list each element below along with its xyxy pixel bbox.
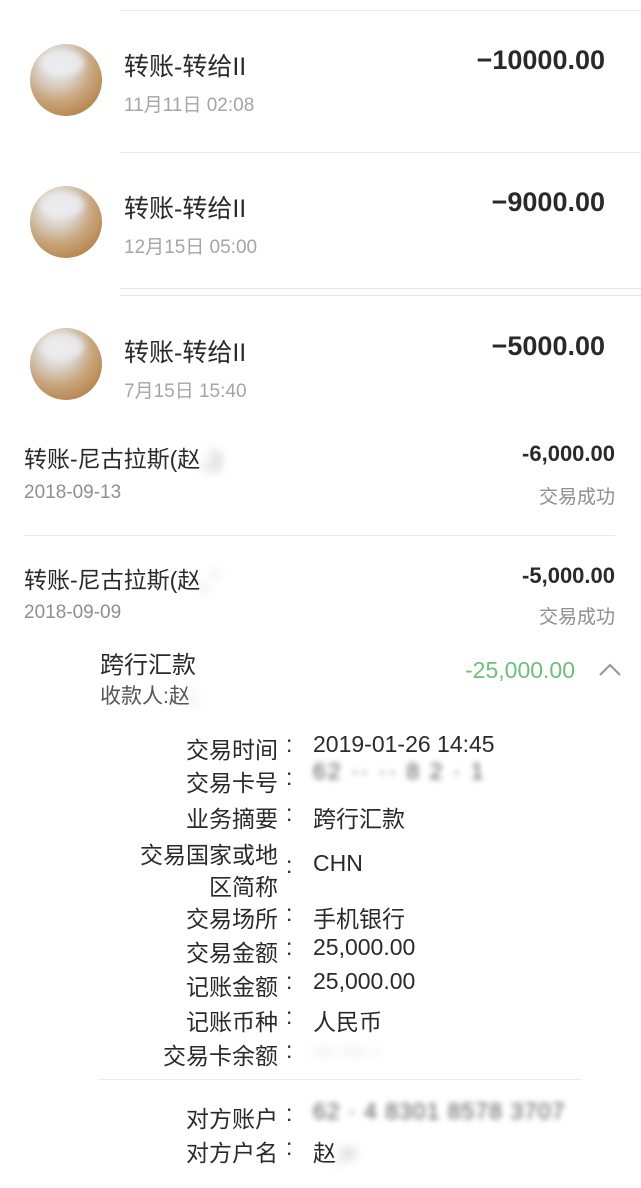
chevron-up-icon[interactable] (596, 660, 624, 680)
detail-colon: : (286, 1037, 293, 1063)
redacted-text: ,;) (200, 446, 221, 472)
detail-label: 对方户名 (186, 1140, 278, 1166)
transfer-title: 转账-转给II (124, 195, 247, 223)
transaction-amount: -5,000.00 (522, 563, 615, 588)
transaction-date: 2018-09-13 (24, 482, 122, 503)
detail-colon: : (286, 852, 293, 878)
avatar (30, 186, 102, 258)
transaction-status: 交易成功 (538, 487, 615, 508)
detail-colon: : (286, 731, 293, 757)
divider (120, 10, 641, 11)
transfer-amount: −9000.00 (491, 187, 605, 217)
transaction-title: 转账-尼古拉斯(赵 (24, 446, 201, 472)
remittance-title: 跨行汇款 (100, 652, 196, 679)
divider (24, 535, 615, 536)
detail-label: 交易金额 (186, 940, 278, 966)
transaction-amount: -6,000.00 (522, 441, 615, 466)
redacted-text: ; (189, 685, 196, 708)
detail-label: 记账金额 (186, 974, 278, 1000)
avatar (30, 44, 102, 116)
transfer-date: 12月15日 05:00 (124, 237, 258, 258)
detail-label: 区简称 (209, 874, 278, 900)
detail-colon: : (286, 934, 293, 960)
divider (120, 288, 641, 289)
detail-colon: : (286, 764, 293, 790)
detail-label: 交易场所 (186, 906, 278, 932)
redacted-text: ;= (336, 1140, 356, 1166)
detail-value: 人民币 (313, 1009, 382, 1035)
divider (120, 152, 641, 153)
detail-label: 交易时间 (186, 737, 278, 763)
transfer-amount: −10000.00 (476, 45, 605, 75)
detail-colon: : (286, 800, 293, 826)
detail-value: 赵 (313, 1140, 336, 1166)
transfer-amount: −5000.00 (491, 331, 605, 361)
detail-label: 交易卡号 (186, 770, 278, 796)
detail-colon: : (286, 1003, 293, 1029)
divider (120, 295, 641, 296)
transaction-date: 2018-09-09 (24, 602, 122, 623)
detail-value: 62 · 4 8301 8578 3707 (313, 1098, 566, 1124)
detail-value: CHN (313, 850, 363, 876)
divider (98, 1079, 582, 1080)
transfer-title: 转账-转给II (124, 339, 247, 367)
transfer-date: 11月11日 02:08 (124, 95, 255, 116)
detail-value: 25,000.00 (313, 934, 416, 960)
payee-label: 收款人:赵 (100, 685, 190, 708)
detail-label: 交易卡余额 (163, 1043, 278, 1069)
transfer-date: 7月15日 15:40 (124, 381, 247, 402)
detail-value: 手机银行 (313, 906, 405, 932)
detail-value: 25,000.00 (313, 968, 416, 994)
detail-colon: : (286, 1134, 293, 1160)
remittance-amount: -25,000.00 (465, 657, 575, 683)
avatar (30, 328, 102, 400)
redacted-text: , ' (200, 567, 218, 593)
detail-label: 记账币种 (186, 1009, 278, 1035)
detail-colon: : (286, 968, 293, 994)
detail-value: ··· ··· · (313, 1037, 380, 1063)
detail-value: 跨行汇款 (313, 806, 405, 832)
detail-value: 62 ·· ·· 8 2 · 1 (313, 758, 486, 784)
transfer-title: 转账-转给II (124, 53, 247, 81)
detail-value: 2019-01-26 14:45 (313, 731, 495, 757)
detail-label: 业务摘要 (186, 806, 278, 832)
detail-label: 交易国家或地 (140, 842, 278, 868)
detail-colon: : (286, 900, 293, 926)
transaction-status: 交易成功 (538, 607, 615, 628)
detail-label: 对方账户 (186, 1106, 278, 1132)
detail-colon: : (286, 1100, 293, 1126)
transaction-title: 转账-尼古拉斯(赵 (24, 567, 201, 593)
